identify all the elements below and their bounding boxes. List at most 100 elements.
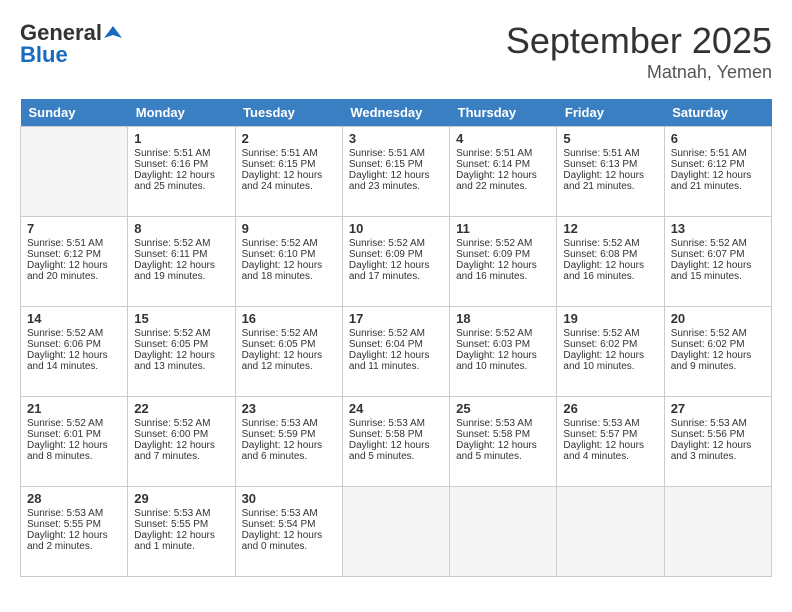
header-tuesday: Tuesday xyxy=(235,99,342,127)
sunrise-text: Sunrise: 5:53 AM xyxy=(242,508,336,519)
daylight-text: Daylight: 12 hours and 22 minutes. xyxy=(456,170,550,192)
daylight-text: Daylight: 12 hours and 10 minutes. xyxy=(563,350,657,372)
sunrise-text: Sunrise: 5:53 AM xyxy=(671,418,765,429)
sunset-text: Sunset: 6:01 PM xyxy=(27,429,121,440)
sunset-text: Sunset: 6:10 PM xyxy=(242,249,336,260)
sunset-text: Sunset: 6:16 PM xyxy=(134,159,228,170)
sunset-text: Sunset: 6:02 PM xyxy=(671,339,765,350)
calendar-cell: 25Sunrise: 5:53 AMSunset: 5:58 PMDayligh… xyxy=(450,397,557,487)
calendar-cell: 18Sunrise: 5:52 AMSunset: 6:03 PMDayligh… xyxy=(450,307,557,397)
calendar-cell: 24Sunrise: 5:53 AMSunset: 5:58 PMDayligh… xyxy=(342,397,449,487)
calendar-cell: 27 Sunrise: 5:53 AMSunset: 5:56 PMDayligh… xyxy=(664,397,771,487)
calendar-cell: 2Sunrise: 5:51 AMSunset: 6:15 PMDaylight… xyxy=(235,127,342,217)
calendar-cell: 28Sunrise: 5:53 AMSunset: 5:55 PMDayligh… xyxy=(21,487,128,577)
header-wednesday: Wednesday xyxy=(342,99,449,127)
sunrise-text: Sunrise: 5:52 AM xyxy=(134,328,228,339)
calendar-cell: 21Sunrise: 5:52 AMSunset: 6:01 PMDayligh… xyxy=(21,397,128,487)
sunrise-text: Sunrise: 5:53 AM xyxy=(242,418,336,429)
daylight-text: Daylight: 12 hours and 13 minutes. xyxy=(134,350,228,372)
day-number: 24 xyxy=(349,401,443,416)
daylight-text: Daylight: 12 hours and 0 minutes. xyxy=(242,530,336,552)
daylight-text: Daylight: 12 hours and 18 minutes. xyxy=(242,260,336,282)
day-number: 29 xyxy=(134,491,228,506)
day-number: 23 xyxy=(242,401,336,416)
daylight-text: Daylight: 12 hours and 16 minutes. xyxy=(456,260,550,282)
calendar-cell: 13Sunrise: 5:52 AMSunset: 6:07 PMDayligh… xyxy=(664,217,771,307)
day-number: 26 xyxy=(563,401,657,416)
sunrise-text: Sunrise: 5:52 AM xyxy=(242,328,336,339)
sunrise-text: Sunrise: 5:52 AM xyxy=(456,328,550,339)
daylight-text: Daylight: 12 hours and 3 minutes. xyxy=(671,440,765,462)
calendar-cell xyxy=(21,127,128,217)
daylight-text: Daylight: 12 hours and 4 minutes. xyxy=(563,440,657,462)
daylight-text: Daylight: 12 hours and 21 minutes. xyxy=(563,170,657,192)
header-thursday: Thursday xyxy=(450,99,557,127)
sunset-text: Sunset: 5:58 PM xyxy=(349,429,443,440)
month-title: September 2025 xyxy=(506,20,772,62)
sunset-text: Sunset: 6:00 PM xyxy=(134,429,228,440)
day-number: 27 xyxy=(671,401,765,416)
sunrise-text: Sunrise: 5:51 AM xyxy=(349,148,443,159)
daylight-text: Daylight: 12 hours and 15 minutes. xyxy=(671,260,765,282)
daylight-text: Daylight: 12 hours and 10 minutes. xyxy=(456,350,550,372)
sunrise-text: Sunrise: 5:51 AM xyxy=(456,148,550,159)
sunrise-text: Sunrise: 5:52 AM xyxy=(563,328,657,339)
daylight-text: Daylight: 12 hours and 14 minutes. xyxy=(27,350,121,372)
calendar-cell: 20Sunrise: 5:52 AMSunset: 6:02 PMDayligh… xyxy=(664,307,771,397)
calendar-cell: 14Sunrise: 5:52 AMSunset: 6:06 PMDayligh… xyxy=(21,307,128,397)
daylight-text: Daylight: 12 hours and 19 minutes. xyxy=(134,260,228,282)
sunset-text: Sunset: 6:12 PM xyxy=(671,159,765,170)
calendar-cell xyxy=(450,487,557,577)
sunset-text: Sunset: 6:12 PM xyxy=(27,249,121,260)
calendar-cell: 16Sunrise: 5:52 AMSunset: 6:05 PMDayligh… xyxy=(235,307,342,397)
sunrise-text: Sunrise: 5:52 AM xyxy=(27,418,121,429)
calendar-table: SundayMondayTuesdayWednesdayThursdayFrid… xyxy=(20,99,772,577)
calendar-cell: 17Sunrise: 5:52 AMSunset: 6:04 PMDayligh… xyxy=(342,307,449,397)
calendar-cell xyxy=(664,487,771,577)
sunset-text: Sunset: 5:55 PM xyxy=(134,519,228,530)
calendar-week-3: 14Sunrise: 5:52 AMSunset: 6:06 PMDayligh… xyxy=(21,307,772,397)
sunset-text: Sunset: 6:08 PM xyxy=(563,249,657,260)
sunset-text: Sunset: 6:02 PM xyxy=(563,339,657,350)
logo: General Blue xyxy=(20,20,122,68)
sunset-text: Sunset: 6:05 PM xyxy=(242,339,336,350)
sunset-text: Sunset: 6:15 PM xyxy=(242,159,336,170)
calendar-week-1: 1Sunrise: 5:51 AMSunset: 6:16 PMDaylight… xyxy=(21,127,772,217)
calendar-cell xyxy=(557,487,664,577)
daylight-text: Daylight: 12 hours and 1 minute. xyxy=(134,530,228,552)
daylight-text: Daylight: 12 hours and 25 minutes. xyxy=(134,170,228,192)
daylight-text: Daylight: 12 hours and 12 minutes. xyxy=(242,350,336,372)
day-number: 3 xyxy=(349,131,443,146)
calendar-week-2: 7Sunrise: 5:51 AMSunset: 6:12 PMDaylight… xyxy=(21,217,772,307)
day-number: 1 xyxy=(134,131,228,146)
calendar-cell xyxy=(342,487,449,577)
day-number: 10 xyxy=(349,221,443,236)
calendar-cell: 7Sunrise: 5:51 AMSunset: 6:12 PMDaylight… xyxy=(21,217,128,307)
calendar-cell: 23Sunrise: 5:53 AMSunset: 5:59 PMDayligh… xyxy=(235,397,342,487)
calendar-cell: 12Sunrise: 5:52 AMSunset: 6:08 PMDayligh… xyxy=(557,217,664,307)
title-block: September 2025 Matnah, Yemen xyxy=(506,20,772,83)
sunrise-text: Sunrise: 5:52 AM xyxy=(242,238,336,249)
header-saturday: Saturday xyxy=(664,99,771,127)
page-header: General Blue September 2025 Matnah, Yeme… xyxy=(20,20,772,83)
calendar-cell: 3Sunrise: 5:51 AMSunset: 6:15 PMDaylight… xyxy=(342,127,449,217)
header-friday: Friday xyxy=(557,99,664,127)
calendar-cell: 5Sunrise: 5:51 AMSunset: 6:13 PMDaylight… xyxy=(557,127,664,217)
day-number: 4 xyxy=(456,131,550,146)
sunset-text: Sunset: 5:55 PM xyxy=(27,519,121,530)
sunrise-text: Sunrise: 5:53 AM xyxy=(134,508,228,519)
calendar-cell: 10Sunrise: 5:52 AMSunset: 6:09 PMDayligh… xyxy=(342,217,449,307)
sunrise-text: Sunrise: 5:53 AM xyxy=(27,508,121,519)
day-number: 2 xyxy=(242,131,336,146)
daylight-text: Daylight: 12 hours and 9 minutes. xyxy=(671,350,765,372)
header-monday: Monday xyxy=(128,99,235,127)
sunset-text: Sunset: 5:58 PM xyxy=(456,429,550,440)
calendar-cell: 22Sunrise: 5:52 AMSunset: 6:00 PMDayligh… xyxy=(128,397,235,487)
sunrise-text: Sunrise: 5:53 AM xyxy=(456,418,550,429)
calendar-cell: 11Sunrise: 5:52 AMSunset: 6:09 PMDayligh… xyxy=(450,217,557,307)
sunset-text: Sunset: 5:56 PM xyxy=(671,429,765,440)
calendar-cell: 29 Sunrise: 5:53 AMSunset: 5:55 PMDayligh… xyxy=(128,487,235,577)
sunrise-text: Sunrise: 5:53 AM xyxy=(349,418,443,429)
daylight-text: Daylight: 12 hours and 2 minutes. xyxy=(27,530,121,552)
day-number: 7 xyxy=(27,221,121,236)
